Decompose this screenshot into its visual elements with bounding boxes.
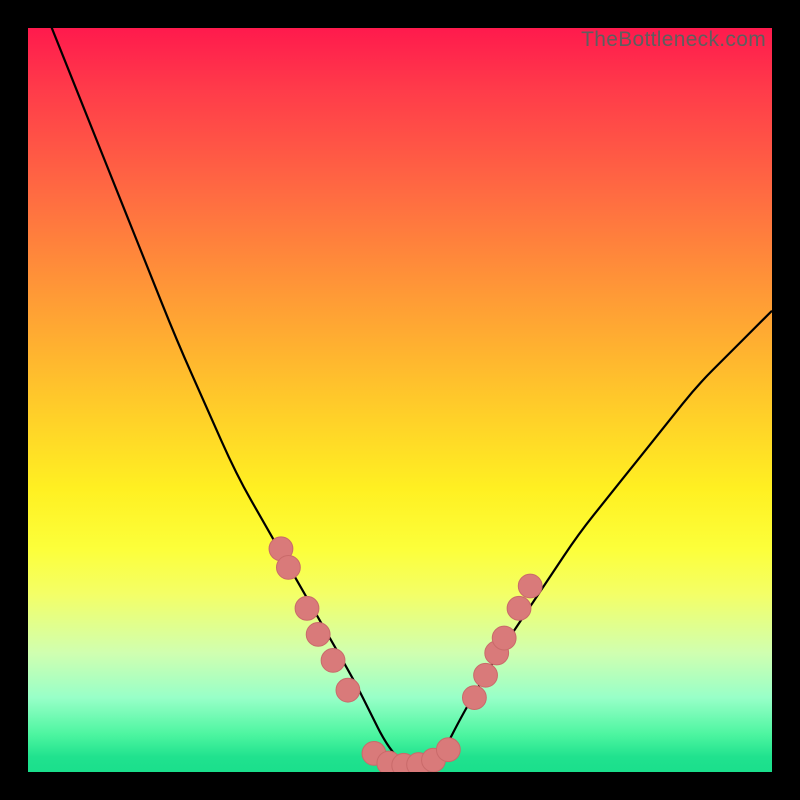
right-cluster-point [507, 596, 531, 620]
left-cluster-point [321, 648, 345, 672]
bottom-cluster-point [436, 738, 460, 762]
right-cluster-point [492, 626, 516, 650]
plot-area: TheBottleneck.com [28, 28, 772, 772]
right-cluster-point [518, 574, 542, 598]
right-cluster-point [462, 686, 486, 710]
watermark-text: TheBottleneck.com [581, 28, 766, 52]
left-cluster-point [336, 678, 360, 702]
left-cluster-point [306, 622, 330, 646]
left-cluster-point [295, 596, 319, 620]
outer-frame: TheBottleneck.com [0, 0, 800, 800]
marker-layer [269, 537, 542, 772]
left-cluster-point [276, 555, 300, 579]
bottleneck-curve [28, 28, 772, 765]
chart-svg [28, 28, 772, 772]
right-cluster-point [474, 663, 498, 687]
